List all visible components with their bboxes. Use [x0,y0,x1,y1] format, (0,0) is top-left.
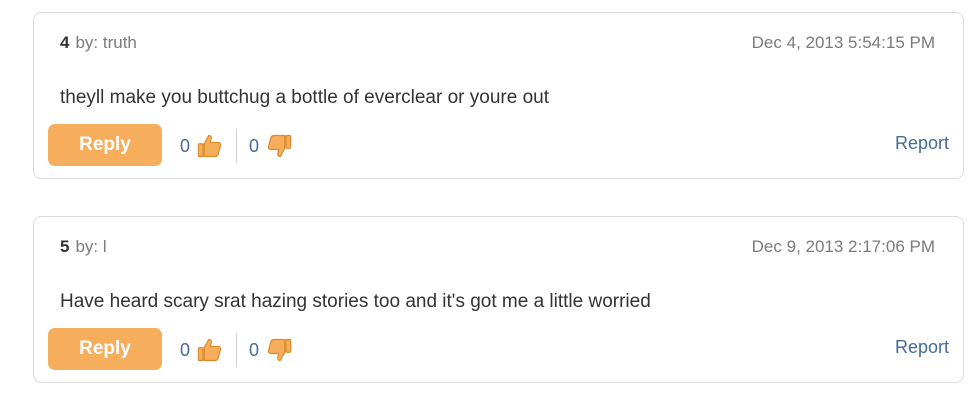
comment-number: 4 [60,33,70,52]
comment-date: Dec 4, 2013 5:54:15 PM [751,33,935,52]
comment-text: theyll make you buttchug a bottle of eve… [60,87,549,108]
comment-card: 5 by: l Dec 9, 2013 2:17:06 PM Have heard… [33,216,964,383]
thumbs-up-icon [197,338,222,362]
comment-number: 5 [60,237,70,256]
vote-divider [236,333,238,367]
thumbs-up-icon [197,134,222,158]
comment-text: Have heard scary srat hazing stories too… [60,291,651,312]
comment-meta: 4 by: truth [60,33,137,53]
reply-button[interactable]: Reply [48,124,162,166]
thumbs-down-icon [267,338,292,362]
comment-card: 4 by: truth Dec 4, 2013 5:54:15 PM theyll… [33,12,964,179]
comment-author: by: l [75,237,107,256]
downvote-count: 0 [249,135,260,156]
upvote-button[interactable]: 0 [180,132,224,160]
vote-divider [236,129,238,163]
reply-button[interactable]: Reply [48,328,162,370]
comment-date: Dec 9, 2013 2:17:06 PM [751,237,935,256]
report-link[interactable]: Report [895,133,949,154]
downvote-count: 0 [249,339,260,360]
upvote-count: 0 [180,135,191,156]
thumbs-down-icon [267,134,292,158]
upvote-count: 0 [180,339,191,360]
vote-controls: 0 0 [180,129,293,163]
upvote-button[interactable]: 0 [180,336,224,364]
comment-meta: 5 by: l [60,237,107,257]
report-link[interactable]: Report [895,337,949,358]
vote-controls: 0 0 [180,333,293,367]
downvote-button[interactable]: 0 [249,132,293,160]
downvote-button[interactable]: 0 [249,336,293,364]
comment-author: by: truth [75,33,137,52]
comment-list: 4 by: truth Dec 4, 2013 5:54:15 PM theyll… [0,0,980,401]
